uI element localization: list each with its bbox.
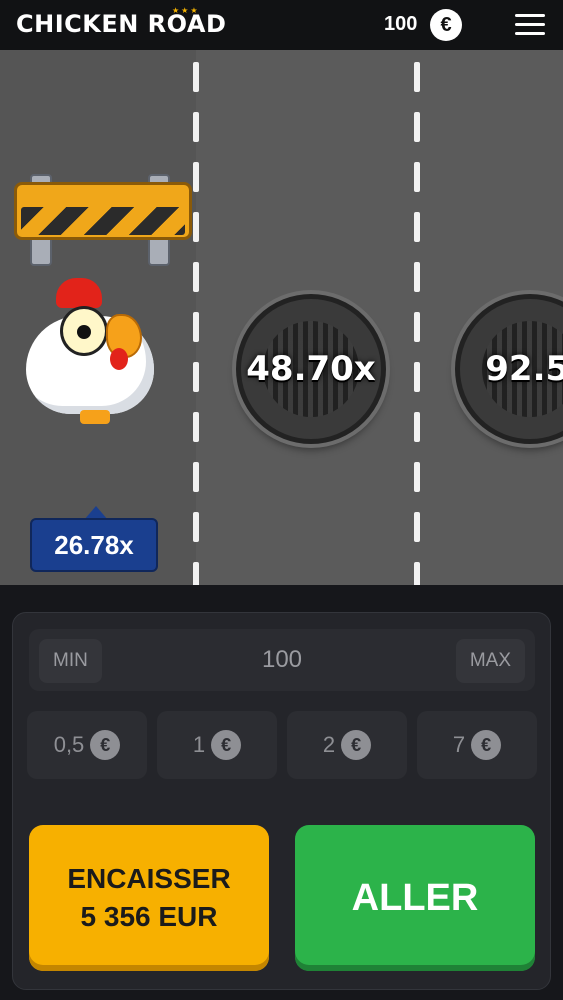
chip-label: 1	[192, 732, 206, 757]
min-bet-button[interactable]: MIN	[39, 639, 102, 683]
lane-multiplier: 48.70x	[246, 349, 376, 389]
chip-1[interactable]: 1 €	[157, 711, 277, 779]
manhole-lane-1[interactable]: 48.70x	[236, 294, 386, 444]
chip-label: 7	[452, 732, 466, 757]
lane-divider	[193, 50, 199, 585]
balance-amount: 100	[384, 13, 418, 35]
game-road: 26.78x 48.70x 92.54x	[0, 50, 563, 585]
euro-coin-icon: €	[471, 730, 502, 760]
hamburger-menu-icon[interactable]	[515, 12, 545, 38]
logo-stars-decoration: ★★★	[172, 6, 200, 15]
euro-coin-icon: €	[341, 730, 372, 760]
current-multiplier: 26.78x	[30, 518, 158, 572]
barrier-icon	[14, 174, 192, 266]
bet-panel: MIN 100 MAX 0,5 € 1 € 2 € 7 € ENCAISSER …	[12, 612, 551, 990]
lane-multiplier: 92.54x	[485, 349, 563, 389]
quick-bet-chips: 0,5 € 1 € 2 € 7 €	[27, 711, 537, 779]
top-bar: CHICKEN ROAD ★★★ 100 €	[0, 0, 563, 50]
euro-coin-icon: €	[90, 730, 121, 760]
chicken-icon	[20, 278, 160, 428]
manhole-lane-2[interactable]: 92.54x	[455, 294, 563, 444]
chip-2[interactable]: 2 €	[287, 711, 407, 779]
chip-label: 2	[322, 732, 336, 757]
bet-amount-row: MIN 100 MAX	[29, 629, 535, 691]
currency-icon: €	[430, 9, 462, 41]
current-multiplier-tag: 26.78x	[30, 506, 158, 572]
chip-label: 0,5	[53, 732, 85, 757]
euro-coin-icon: €	[211, 730, 242, 760]
cashout-button[interactable]: ENCAISSER 5 356 EUR	[29, 825, 269, 971]
go-button[interactable]: ALLER	[295, 825, 535, 971]
chip-0-5[interactable]: 0,5 €	[27, 711, 147, 779]
chip-7[interactable]: 7 €	[417, 711, 537, 779]
max-bet-button[interactable]: MAX	[455, 639, 525, 683]
lane-divider	[414, 50, 420, 585]
